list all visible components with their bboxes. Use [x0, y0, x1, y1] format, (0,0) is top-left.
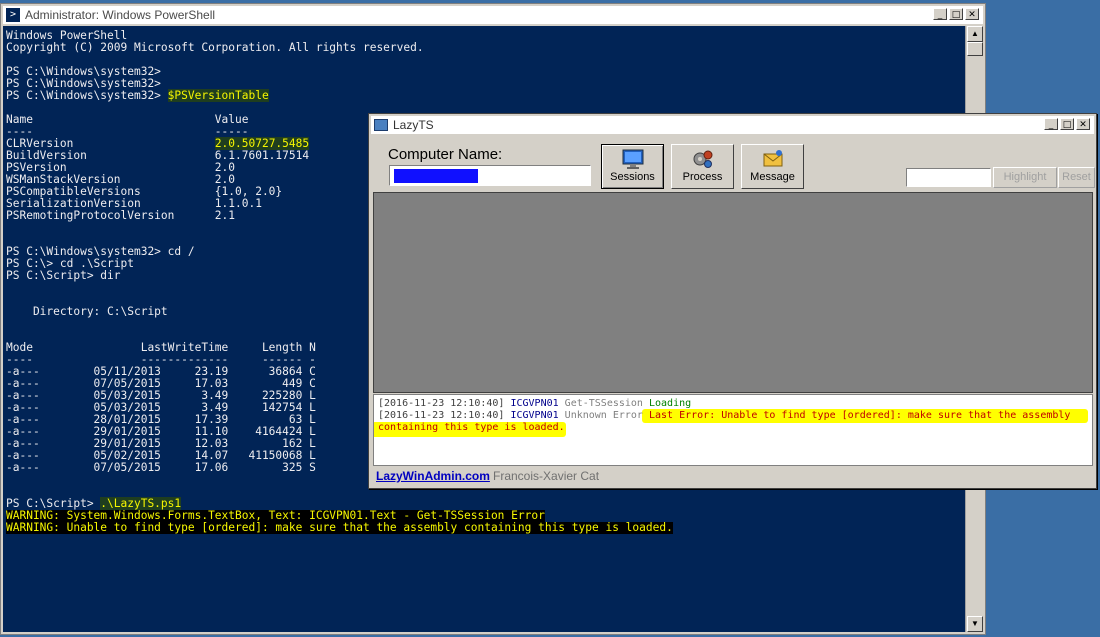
console-line: PS C:\Windows\system32> $PSVersionTable	[6, 89, 269, 102]
lazywinadmin-link[interactable]: LazyWinAdmin.com	[376, 469, 490, 483]
log-computer: ICGVPN01	[510, 410, 559, 421]
file-row: -a--- 07/05/2015 17.06 325 S	[6, 461, 316, 474]
monitor-icon	[374, 119, 388, 131]
log-command: Unknown Error	[564, 410, 643, 421]
highlight-input[interactable]	[906, 168, 991, 187]
log-timestamp: [2016-11-23 12:10:40]	[378, 410, 505, 421]
log-error: Last Error: Unable to find type [ordered…	[648, 410, 1071, 421]
log-line: [2016-11-23 12:10:40] ICGVPN01 Unknown E…	[378, 410, 1070, 422]
author-label: Francois-Xavier Cat	[493, 469, 600, 483]
powershell-icon: >	[6, 8, 20, 22]
process-label: Process	[682, 171, 723, 183]
warning-line: WARNING: Unable to find type [ordered]: …	[6, 521, 673, 534]
console-line: PSRemotingProtocolVersion 2.1	[6, 209, 236, 222]
envelope-icon	[763, 150, 782, 167]
prompt: PS C:\Windows\system32>	[6, 89, 168, 102]
log-output[interactable]: [2016-11-23 12:10:40] ICGVPN01 Get-TSSes…	[373, 394, 1093, 466]
powershell-titlebar[interactable]: > Administrator: Windows PowerShell _ □ …	[3, 6, 983, 24]
computer-name-label: Computer Name:	[388, 146, 503, 163]
highlight-button[interactable]: Highlight	[993, 167, 1057, 188]
log-error: containing this type is loaded.	[378, 422, 565, 433]
minimize-button[interactable]: _	[933, 8, 947, 20]
computer-name-input[interactable]	[389, 165, 591, 186]
window-title: Administrator: Windows PowerShell	[25, 8, 216, 22]
status-bar: LazyWinAdmin.com Francois-Xavier Cat	[373, 468, 1093, 486]
minimize-button[interactable]: _	[1044, 118, 1058, 130]
scroll-down-icon[interactable]: ▼	[967, 616, 983, 632]
log-timestamp: [2016-11-23 12:10:40]	[378, 398, 505, 409]
window-title: LazyTS	[393, 118, 434, 132]
close-button[interactable]: ✕	[1076, 118, 1090, 130]
console-line: PS C:\Script> dir	[6, 269, 121, 282]
log-status: Loading	[648, 398, 692, 409]
log-command: Get-TSSession	[564, 398, 643, 409]
results-grid[interactable]	[373, 192, 1093, 393]
toolbar: Computer Name: Sessions Process Message …	[373, 138, 1095, 190]
log-line: containing this type is loaded.	[378, 422, 565, 434]
directory-label: Directory: C:\Script	[6, 305, 168, 318]
sessions-label: Sessions	[610, 171, 655, 183]
lazyts-titlebar[interactable]: LazyTS _ □ ✕	[371, 116, 1094, 134]
lazyts-window[interactable]: LazyTS _ □ ✕ Computer Name: Sessions Pro…	[368, 113, 1097, 489]
process-button[interactable]: Process	[671, 144, 734, 189]
scroll-thumb[interactable]	[967, 42, 983, 56]
close-button[interactable]: ✕	[965, 8, 979, 20]
command-psversiontable: $PSVersionTable	[167, 89, 269, 102]
monitor-icon	[622, 149, 643, 169]
redacted-value	[394, 169, 478, 183]
sessions-button[interactable]: Sessions	[601, 144, 664, 189]
log-computer: ICGVPN01	[510, 398, 559, 409]
log-line: [2016-11-23 12:10:40] ICGVPN01 Get-TSSes…	[378, 398, 691, 410]
maximize-button[interactable]: □	[949, 8, 963, 20]
gears-icon	[693, 150, 712, 168]
scroll-up-icon[interactable]: ▲	[967, 26, 983, 42]
message-label: Message	[750, 171, 795, 183]
console-line: Copyright (C) 2009 Microsoft Corporation…	[6, 41, 424, 54]
message-button[interactable]: Message	[741, 144, 804, 189]
reset-button[interactable]: Reset	[1058, 167, 1095, 188]
maximize-button[interactable]: □	[1060, 118, 1074, 130]
